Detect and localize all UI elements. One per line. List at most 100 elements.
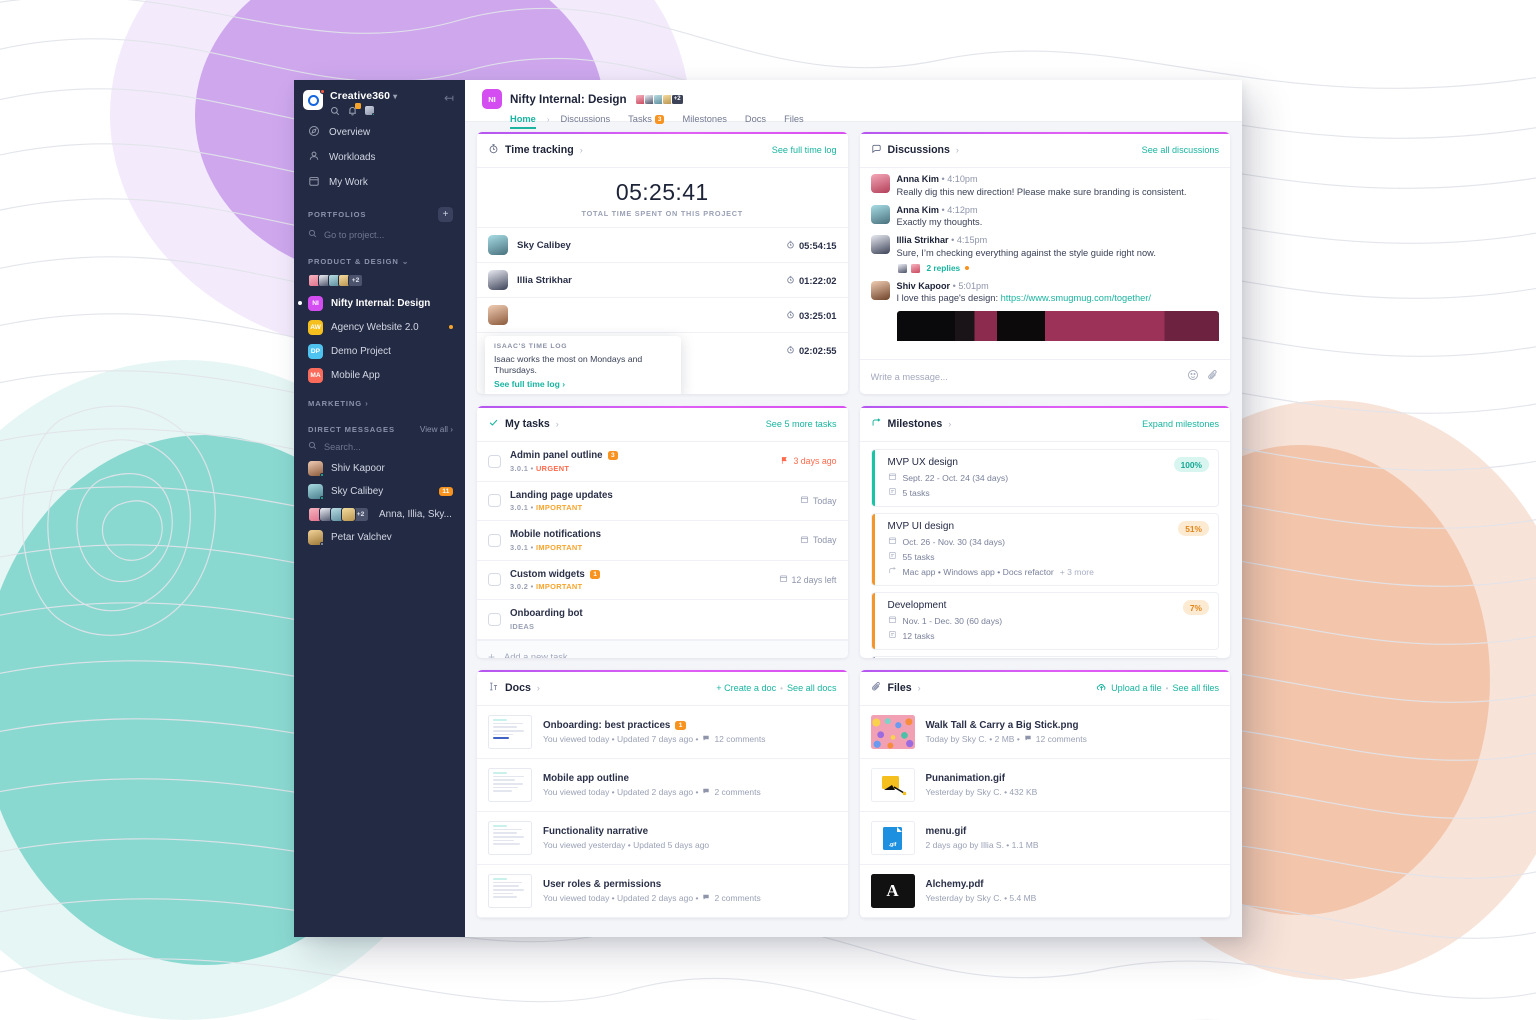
milestone-row[interactable]: Development Nov. 1 - Dec. 30 (60 days) 1… [870, 592, 1219, 650]
discussion-message[interactable]: Anna Kim • 4:12pm Exactly my thoughts. [870, 204, 1220, 229]
time-log-row[interactable]: Sky Calibey 05:54:15 [477, 227, 848, 262]
sidebar-project-mobile-app[interactable]: MA Mobile App [294, 363, 465, 387]
task-row[interactable]: Custom widgets 1 3.0.2 • IMPORTANT 12 day… [477, 561, 848, 600]
active-project-indicator [298, 301, 302, 305]
milestone-row[interactable]: QA Jan. 1 - Jan. 15 (15 days) 0% [870, 656, 1219, 658]
replies-row[interactable]: 2 replies [896, 262, 1156, 274]
chevron-right-icon[interactable]: › [537, 683, 540, 693]
sidebar-item-my-work[interactable]: My Work [294, 170, 465, 195]
card-title: Docs [505, 682, 531, 694]
milestone-dependencies-more[interactable]: + 3 more [1060, 567, 1094, 577]
tab-docs[interactable]: Docs [736, 110, 775, 129]
expand-milestones-link[interactable]: Expand milestones [1142, 419, 1219, 429]
message-composer[interactable] [859, 359, 1230, 394]
tab-milestones[interactable]: Milestones [673, 110, 735, 129]
doc-thumbnail [488, 874, 532, 908]
doc-row[interactable]: Functionality narrative You viewed yeste… [477, 812, 848, 865]
project-label: Mobile App [331, 369, 380, 381]
see-all-discussions-link[interactable]: See all discussions [1142, 145, 1219, 155]
search-icon[interactable] [330, 106, 340, 116]
doc-row[interactable]: User roles & permissions You viewed toda… [477, 865, 848, 918]
doc-name: Functionality narrative [543, 826, 649, 837]
discussion-message[interactable]: Shiv Kapoor • 5:01pm I love this page's … [870, 280, 1220, 305]
calendar-icon [308, 175, 320, 190]
tab-files[interactable]: Files [775, 110, 813, 129]
task-row[interactable]: Admin panel outline 3 3.0.1 • URGENT 3 da… [477, 442, 848, 482]
avatar-icon[interactable] [365, 106, 375, 116]
see-all-docs-link[interactable]: See all docs [787, 683, 837, 693]
message-image-preview[interactable] [896, 311, 1219, 342]
member-name: Sky Calibey [517, 239, 571, 251]
create-doc-link[interactable]: + Create a doc [716, 683, 776, 693]
time-log-row[interactable]: Illia Strikhar 01:22:02 [477, 262, 848, 297]
see-more-tasks-link[interactable]: See 5 more tasks [766, 419, 837, 429]
paperclip-icon[interactable] [1207, 368, 1219, 386]
add-task-input[interactable]: + Add a new task... [477, 639, 848, 659]
tooltip-link[interactable]: See full time log › [494, 379, 672, 389]
file-row[interactable]: Punanimation.gif Yesterday by Sky C. • 4… [859, 759, 1230, 812]
go-to-project-input[interactable]: Go to project... [294, 227, 465, 245]
task-row[interactable]: Onboarding bot IDEAS [477, 600, 848, 640]
workspace-header[interactable]: Creative360 ▾ ↤ [294, 80, 465, 116]
workspace-name[interactable]: Creative360 ▾ [330, 90, 434, 102]
message-input[interactable] [870, 372, 1179, 382]
sidebar-project-nifty-internal-design[interactable]: NI Nifty Internal: Design [294, 291, 465, 315]
dm-item-sky-calibey[interactable]: Sky Calibey 11 [294, 480, 465, 503]
chevron-right-icon[interactable]: › [580, 145, 583, 155]
discussion-message[interactable]: Illia Strikhar • 4:15pm Sure, I’m checki… [870, 235, 1220, 274]
see-all-files-link[interactable]: See all files [1172, 683, 1219, 693]
file-row[interactable]: A Alchemy.pdf Yesterday by Sky C. • 5.4 … [859, 865, 1230, 918]
tab-home[interactable]: Home [510, 110, 545, 129]
tab-discussions[interactable]: Discussions [552, 110, 620, 129]
sidebar-item-workloads[interactable]: Workloads [294, 145, 465, 170]
milestone-dates: Oct. 26 - Nov. 30 (34 days) [902, 536, 1006, 547]
product-design-section-header[interactable]: PRODUCT & DESIGN ⌄ [294, 245, 465, 271]
collapse-sidebar-icon[interactable]: ↤ [441, 90, 457, 106]
task-checkbox[interactable] [488, 533, 501, 547]
discussion-message[interactable]: Anna Kim • 4:10pm Really dig this new di… [870, 174, 1220, 198]
file-row[interactable]: .gif menu.gif 2 days ago by Illia S. • 1… [859, 812, 1230, 865]
avatar [488, 270, 508, 290]
dm-item-shiv-kapoor[interactable]: Shiv Kapoor [294, 457, 465, 480]
project-header: NI Nifty Internal: Design +2 Home › Disc… [465, 80, 1242, 129]
bell-icon[interactable] [347, 103, 361, 116]
project-members[interactable]: +2 [634, 93, 684, 105]
chevron-right-icon[interactable]: › [956, 145, 959, 155]
tab-tasks[interactable]: Tasks 3 [619, 110, 673, 129]
doc-row[interactable]: Mobile app outline You viewed today • Up… [477, 759, 848, 812]
chevron-right-icon[interactable]: › [556, 419, 559, 429]
upload-file-link[interactable]: Upload a file [1096, 682, 1162, 695]
milestone-row[interactable]: MVP UI design Oct. 26 - Nov. 30 (34 days… [870, 513, 1219, 586]
add-task-placeholder: Add a new task... [504, 651, 576, 659]
dm-item-group[interactable]: +2 Anna, Illia, Sky... [294, 503, 465, 526]
sidebar-project-demo-project[interactable]: DP Demo Project [294, 339, 465, 363]
message-text: Sure, I’m checking everything against th… [896, 247, 1156, 258]
emoji-icon[interactable] [1187, 368, 1199, 386]
marketing-section-header[interactable]: MARKETING › [294, 387, 465, 413]
time-log-row[interactable]: 03:25:01 [477, 297, 848, 332]
calendar-icon [800, 495, 809, 506]
task-checkbox[interactable] [488, 573, 501, 587]
task-row[interactable]: Landing page updates 3.0.1 • IMPORTANT T… [477, 482, 848, 521]
file-row[interactable]: Walk Tall & Carry a Big Stick.png Today … [859, 706, 1230, 759]
see-full-time-log-link[interactable]: See full time log [772, 145, 837, 155]
milestone-dates: Sept. 22 - Oct. 24 (34 days) [902, 472, 1009, 483]
task-checkbox[interactable] [488, 612, 501, 626]
product-design-members[interactable]: +2 [294, 271, 465, 291]
file-meta: Today by Sky C. • 2 MB • [925, 734, 1020, 744]
message-link[interactable]: https://www.smugmug.com/together/ [1001, 293, 1151, 303]
sidebar-item-overview[interactable]: Overview [294, 120, 465, 145]
view-all-dms-link[interactable]: View all › [420, 425, 453, 434]
task-checkbox[interactable] [488, 454, 501, 468]
milestone-row[interactable]: MVP UX design Sept. 22 - Oct. 24 (34 day… [870, 449, 1219, 507]
task-row[interactable]: Mobile notifications 3.0.1 • IMPORTANT T… [477, 521, 848, 561]
chevron-right-icon[interactable]: › [918, 683, 921, 693]
avatar [870, 280, 890, 300]
dm-item-petar-valchev[interactable]: Petar Valchev [294, 526, 465, 549]
dm-search-input[interactable]: Search... [294, 439, 465, 457]
add-portfolio-button[interactable]: + [438, 207, 453, 222]
doc-row[interactable]: Onboarding: best practices 1 You viewed t… [477, 706, 848, 759]
sidebar-project-agency-website[interactable]: AW Agency Website 2.0 [294, 315, 465, 339]
chevron-right-icon[interactable]: › [948, 419, 951, 429]
task-checkbox[interactable] [488, 494, 501, 508]
